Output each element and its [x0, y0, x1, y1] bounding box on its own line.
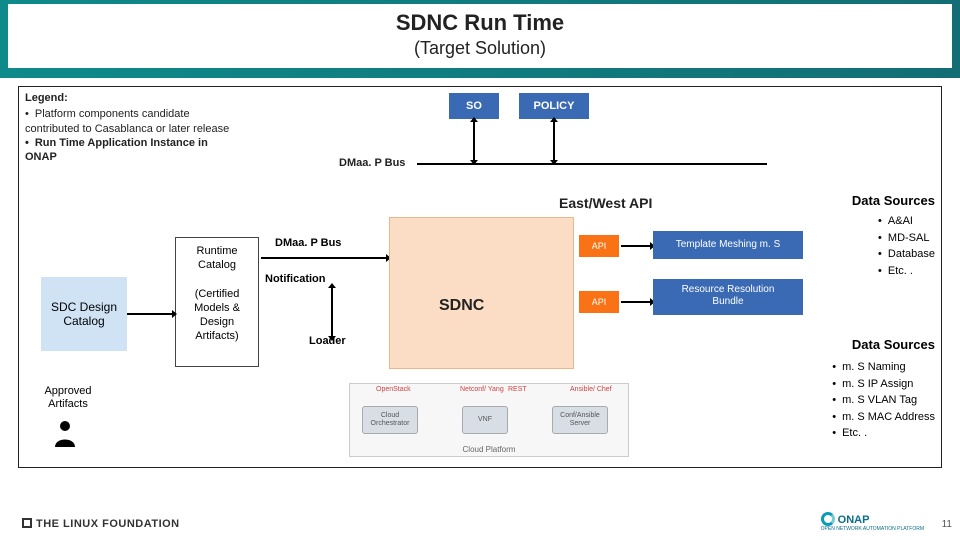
page-subtitle: (Target Solution): [8, 38, 952, 59]
sdnc-label: SDNC: [439, 297, 484, 315]
dmaap-bus-label-top: DMaa. P Bus: [339, 157, 405, 169]
runtime-catalog-box: Runtime Catalog (Certified Models & Desi…: [175, 237, 259, 367]
list-item: MD-SAL: [878, 230, 935, 247]
onap-logo: ONAPOPEN NETWORK AUTOMATION PLATFORM: [821, 512, 924, 532]
data-sources-1-heading: Data Sources: [852, 193, 935, 208]
page-number: 11: [942, 519, 952, 530]
resource-resolution-box: Resource Resolution Bundle: [653, 279, 803, 315]
legend: Legend: Platform components candidate co…: [25, 91, 235, 164]
legend-item: Run Time Application Instance in ONAP: [25, 136, 235, 165]
footer: THE LINUX FOUNDATION ONAPOPEN NETWORK AU…: [0, 500, 960, 540]
loader-label: Loader: [309, 335, 346, 347]
page-title: SDNC Run Time: [8, 10, 952, 36]
runtime-title: Runtime Catalog: [180, 244, 254, 273]
arrow-api-tmesh: [621, 245, 651, 247]
api-box-1: API: [579, 235, 619, 257]
dmaap-bus-label-mid: DMaa. P Bus: [275, 237, 341, 249]
openstack-tag: OpenStack: [376, 386, 411, 393]
diagram-frame: Legend: Platform components candidate co…: [18, 86, 942, 468]
so-box: SO: [449, 93, 499, 119]
arrow-sdc-runtime: [127, 313, 173, 315]
rest-tag: REST: [508, 386, 527, 393]
arrow-runtime-peach: [261, 257, 387, 259]
list-item: m. S IP Assign: [832, 376, 935, 393]
dmaap-bus-line: [417, 163, 767, 165]
list-item: Etc. .: [832, 425, 935, 442]
sdc-design-catalog-box: SDC Design Catalog: [41, 277, 127, 351]
east-west-api-label: East/West API: [559, 195, 652, 211]
arrow-loader: [331, 287, 333, 337]
cloud-orchestrator-box: Cloud Orchestrator: [362, 406, 418, 434]
approved-artifacts-label: Approved Artifacts: [33, 385, 103, 411]
data-sources-2-list: m. S Naming m. S IP Assign m. S VLAN Tag…: [832, 359, 935, 442]
data-sources-1-list: A&AI MD-SAL Database Etc. .: [878, 213, 935, 279]
list-item: A&AI: [878, 213, 935, 230]
person-icon: [53, 419, 77, 447]
cloud-platform-label: Cloud Platform: [350, 445, 628, 454]
data-sources-2-heading: Data Sources: [852, 337, 935, 352]
api-box-2: API: [579, 291, 619, 313]
template-meshing-box: Template Meshing m. S: [653, 231, 803, 259]
arrow-api-res: [621, 301, 651, 303]
list-item: m. S Naming: [832, 359, 935, 376]
arrow-policy-down: [553, 121, 555, 161]
vnf-box: VNF: [462, 406, 508, 434]
header-inner: SDNC Run Time (Target Solution): [8, 4, 952, 68]
list-item: Database: [878, 246, 935, 263]
arrow-so-down: [473, 121, 475, 161]
policy-box: POLICY: [519, 93, 589, 119]
list-item: m. S MAC Address: [832, 409, 935, 426]
header-band: SDNC Run Time (Target Solution): [0, 0, 960, 78]
ansible-tag: Ansible/ Chef: [570, 386, 612, 393]
notification-label: Notification: [265, 273, 326, 285]
linux-foundation-logo: THE LINUX FOUNDATION: [22, 518, 180, 530]
sdnc-container: [389, 217, 574, 369]
list-item: m. S VLAN Tag: [832, 392, 935, 409]
netconf-tag: Netconf/ Yang: [460, 386, 504, 393]
conf-ansible-box: Conf/Ansible Server: [552, 406, 608, 434]
cloud-platform-box: OpenStack Netconf/ Yang REST Ansible/ Ch…: [349, 383, 629, 457]
runtime-sub: (Certified Models & Design Artifacts): [180, 287, 254, 344]
legend-item: Platform components candidate contribute…: [25, 107, 235, 136]
list-item: Etc. .: [878, 263, 935, 280]
legend-heading: Legend:: [25, 92, 68, 104]
